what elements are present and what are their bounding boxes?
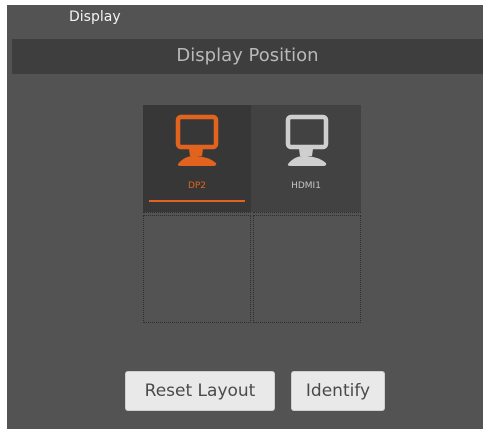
display-tile-dp2[interactable]: DP2: [143, 105, 251, 212]
grid-cell: [253, 215, 361, 323]
display-label: HDMI1: [291, 181, 321, 191]
section-header: Display Position: [12, 39, 483, 74]
grid-cell: [143, 215, 251, 323]
display-label: DP2: [187, 181, 207, 191]
reset-layout-button[interactable]: Reset Layout: [125, 371, 275, 411]
monitor-icon: [285, 114, 329, 166]
display-window: Display Display Position DP2 HDMI1 Reset…: [7, 5, 483, 429]
identify-button[interactable]: Identify: [291, 371, 385, 411]
selection-indicator: [149, 200, 245, 202]
display-tile-hdmi1[interactable]: HDMI1: [251, 105, 361, 212]
display-position-grid: DP2 HDMI1: [143, 105, 362, 323]
window-title: Display: [69, 9, 121, 25]
section-title: Display Position: [176, 45, 319, 66]
monitor-icon: [175, 114, 219, 166]
